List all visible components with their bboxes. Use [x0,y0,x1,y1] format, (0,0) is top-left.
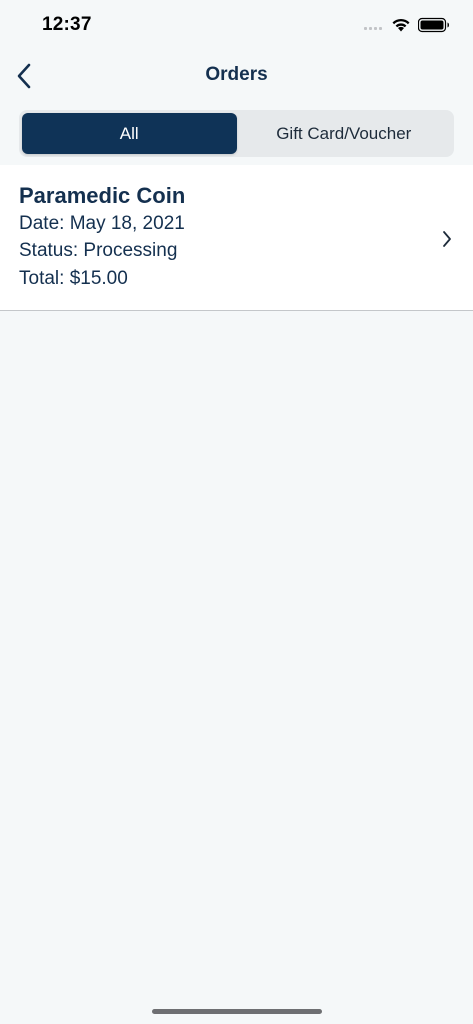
order-list-item[interactable]: Paramedic Coin Date: May 18, 2021 Status… [0,165,473,311]
order-status: Status: Processing [19,240,178,261]
segment-gift-card-voucher[interactable]: Gift Card/Voucher [237,113,452,154]
cellular-signal-icon [364,27,382,30]
segment-all[interactable]: All [22,113,237,154]
chevron-right-icon [443,231,451,247]
order-name: Paramedic Coin [19,183,186,208]
status-time: 12:37 [42,14,92,35]
home-indicator[interactable] [152,1009,322,1014]
page-title: Orders [205,64,268,85]
order-date: Date: May 18, 2021 [19,213,185,234]
battery-icon [418,17,449,33]
navigation-bar: Orders [0,50,473,102]
order-filter-segmented-control: All Gift Card/Voucher [19,110,454,157]
order-total: Total: $15.00 [19,268,128,289]
status-bar: 12:37 [0,0,473,50]
wifi-icon [392,18,410,32]
